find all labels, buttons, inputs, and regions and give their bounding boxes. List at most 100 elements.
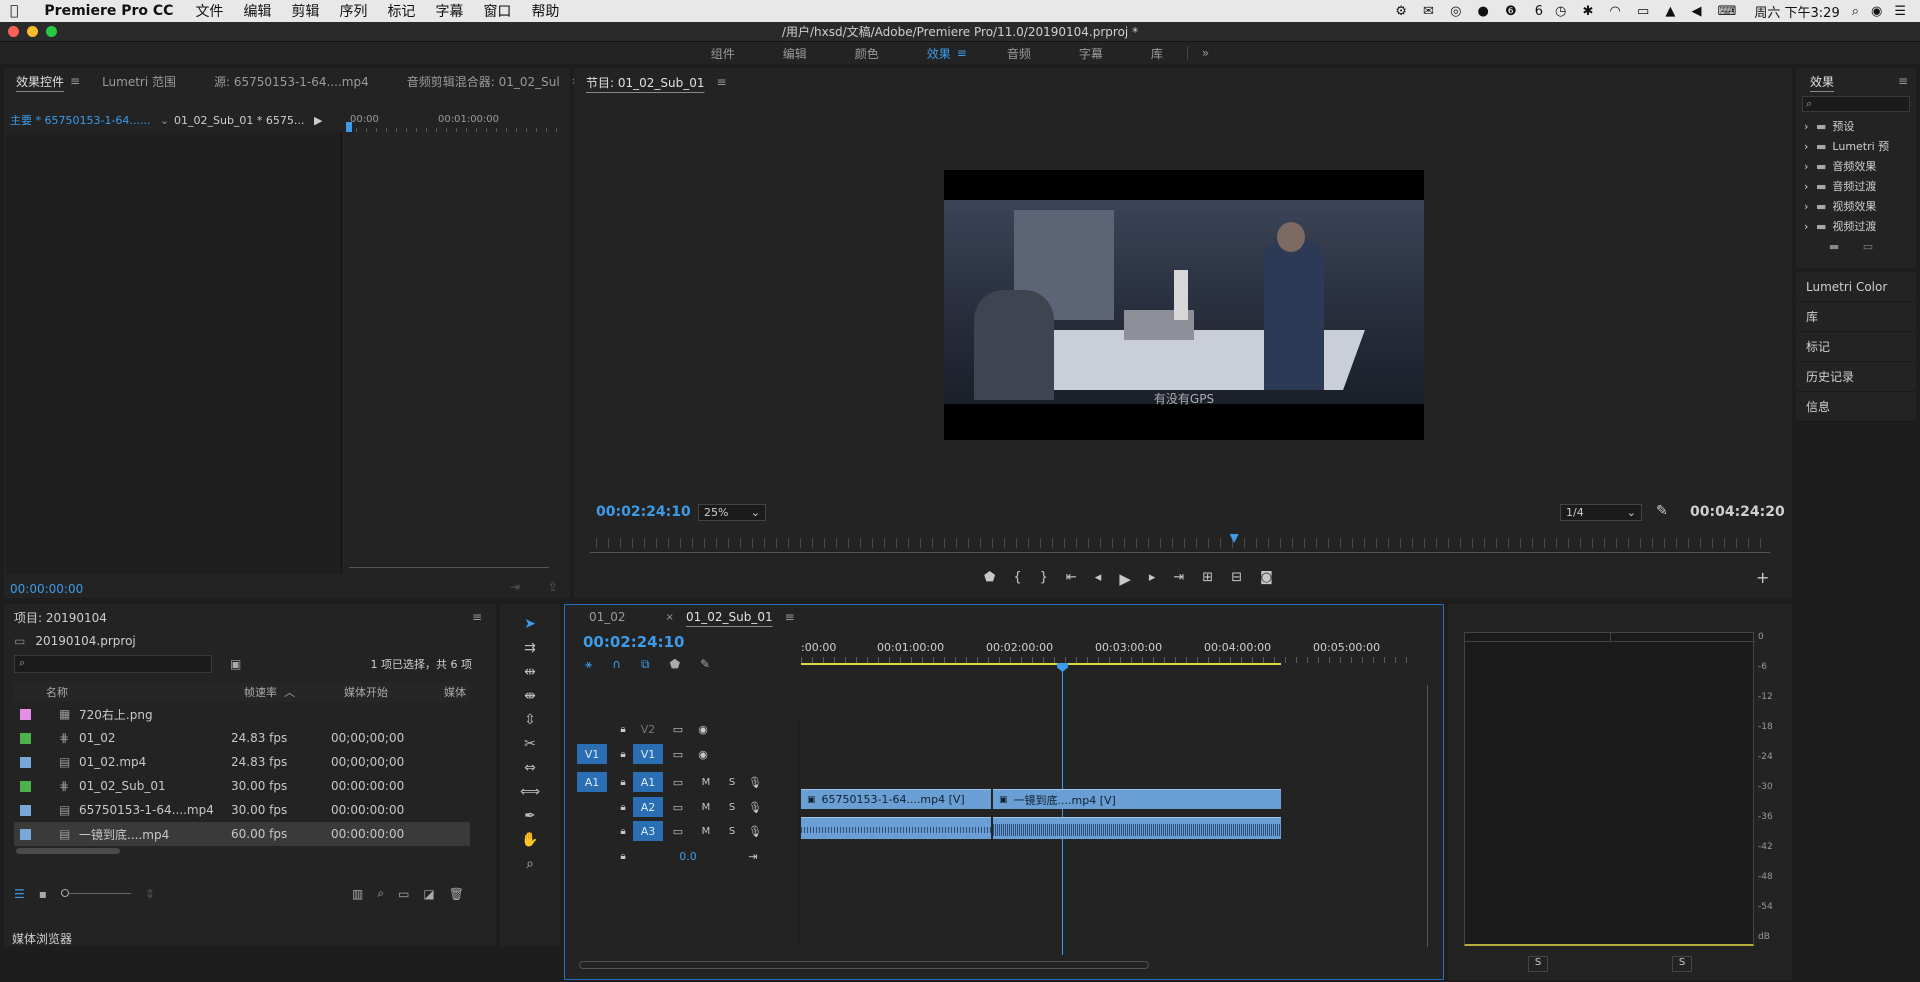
mute-a2-button[interactable]: M: [693, 802, 719, 813]
automate-to-sequence-icon[interactable]: ▥: [352, 887, 363, 901]
lock-icon[interactable]: 🔒︎: [613, 749, 633, 760]
lock-icon[interactable]: 🔒︎: [613, 802, 633, 813]
eye-icon[interactable]: ◉: [693, 748, 713, 761]
menu-sequence[interactable]: 序列: [329, 1, 377, 21]
workspace-menu-icon[interactable]: ≡: [957, 46, 983, 60]
linked-selection-icon[interactable]: ⧉: [641, 657, 650, 672]
panel-menu-icon[interactable]: ≡: [472, 610, 482, 624]
track-a2-label[interactable]: A2: [633, 797, 663, 817]
tab-audio-clip-mixer[interactable]: 音频剪辑混合器: 01_02_Sul: [395, 73, 572, 90]
step-forward-icon[interactable]: ▸: [1149, 570, 1156, 588]
clock[interactable]: 周六 下午3:29: [1754, 2, 1839, 21]
panel-menu-icon[interactable]: ≡: [785, 610, 795, 624]
workspace-overflow-icon[interactable]: »: [1186, 46, 1233, 60]
sync-lock-icon[interactable]: ▭: [663, 801, 693, 814]
solo-a2-button[interactable]: S: [719, 802, 745, 813]
list-view-icon[interactable]: ☰: [14, 887, 25, 901]
icon-view-icon[interactable]: ▪: [39, 887, 47, 901]
workspace-color[interactable]: 颜色: [831, 45, 903, 62]
slide-tool-icon[interactable]: ⟺: [520, 784, 540, 800]
rolling-edit-tool-icon[interactable]: ⇼: [524, 688, 536, 704]
column-frame-rate[interactable]: 帧速率: [244, 684, 284, 700]
program-ruler[interactable]: [596, 534, 1766, 548]
razor-tool-icon[interactable]: ✂: [524, 736, 536, 752]
resolution-select[interactable]: 1/4 ⌄: [1560, 504, 1642, 521]
close-tab-icon[interactable]: ×: [666, 612, 674, 623]
slip-tool-icon[interactable]: ⇔: [524, 760, 536, 776]
selection-tool-icon[interactable]: ➤: [524, 616, 536, 632]
mute-a1-button[interactable]: M: [693, 777, 719, 788]
panel-markers[interactable]: 标记: [1796, 332, 1916, 362]
media-browser-tab[interactable]: 媒体浏览器: [12, 930, 72, 947]
apple-icon[interactable]: : [0, 3, 28, 19]
mark-out-icon[interactable]: }: [1040, 570, 1048, 588]
workspace-editing[interactable]: 编辑: [759, 45, 831, 62]
minimize-window-button[interactable]: [27, 26, 38, 37]
source-patch-v1[interactable]: V1: [577, 744, 607, 764]
master-level-value[interactable]: 0.0: [633, 850, 743, 863]
audio-clip-1[interactable]: [801, 817, 991, 839]
solo-a1-button[interactable]: S: [719, 777, 745, 788]
play-icon[interactable]: ▶: [1119, 570, 1131, 588]
workspace-captions[interactable]: 字幕: [1055, 45, 1127, 62]
status-icons[interactable]: ⚙ ✉ ◎ ● ❻: [1395, 4, 1522, 19]
video-clip-1[interactable]: ▣ 65750153-1-64....mp4 [V]: [801, 789, 991, 809]
project-search-input[interactable]: ⌕: [14, 655, 212, 673]
panel-libraries[interactable]: 库: [1796, 302, 1916, 332]
effect-controls-footer-icons[interactable]: ⇥ ⇪: [510, 580, 570, 594]
play-triangle-icon[interactable]: ▶: [314, 114, 330, 127]
hand-tool-icon[interactable]: ✋: [521, 832, 538, 848]
timeline-ruler[interactable]: :00:00 00:01:00:00 00:02:00:00 00:03:00:…: [801, 641, 1411, 677]
audio-clip-2[interactable]: [993, 817, 1281, 839]
mute-a3-button[interactable]: M: [693, 826, 719, 837]
playhead-marker[interactable]: [346, 122, 352, 132]
menu-edit[interactable]: 编辑: [233, 1, 281, 21]
workspace-audio[interactable]: 音频: [983, 45, 1055, 62]
project-list-item[interactable]: ▤ 65750153-1-64....mp4 30.00 fps 00:00:00:0…: [14, 798, 470, 822]
panel-menu-icon[interactable]: ≡: [70, 74, 80, 88]
workspace-effects[interactable]: 效果: [903, 45, 957, 62]
rate-stretch-tool-icon[interactable]: ⇳: [524, 712, 536, 728]
snap-icon[interactable]: ∩: [612, 657, 621, 672]
new-item-icon[interactable]: ◪: [423, 887, 434, 901]
microphone-icon[interactable]: 🎙︎: [745, 825, 765, 838]
menu-marker[interactable]: 标记: [377, 1, 425, 21]
track-v2-label[interactable]: V2: [633, 719, 663, 739]
project-list-item[interactable]: ▤ 一镜到底....mp4 60.00 fps 00:00:00:00: [14, 822, 470, 846]
new-search-bin-icon[interactable]: ▣: [230, 657, 241, 671]
go-to-in-icon[interactable]: ⇤: [1066, 570, 1077, 588]
timeline-vertical-scrollbar[interactable]: [1427, 685, 1428, 947]
panel-history[interactable]: 历史记录: [1796, 362, 1916, 392]
timeline-timecode[interactable]: 00:02:24:10: [583, 633, 685, 651]
microphone-icon[interactable]: 🎙︎: [745, 776, 765, 789]
ripple-edit-tool-icon[interactable]: ⇹: [524, 664, 536, 680]
sync-lock-icon[interactable]: ▭: [663, 776, 693, 789]
zoom-tool-icon[interactable]: ⌕: [526, 856, 534, 872]
track-select-tool-icon[interactable]: ⇉: [524, 640, 536, 656]
program-playhead[interactable]: [1229, 534, 1239, 543]
solo-right-button[interactable]: S: [1672, 956, 1692, 972]
microphone-icon[interactable]: 🎙︎: [745, 801, 765, 814]
label-color-swatch[interactable]: [20, 756, 31, 768]
program-scrollbar[interactable]: [590, 552, 1770, 553]
workspace-assembly[interactable]: 组件: [687, 45, 759, 62]
label-color-swatch[interactable]: [20, 780, 31, 792]
master-clip-label[interactable]: 主要 * 65750153-1-64......: [4, 112, 160, 128]
add-marker-icon[interactable]: ⬟: [984, 570, 995, 588]
project-list-item[interactable]: ⋕ 01_02_Sub_01 30.00 fps 00:00:00:00: [14, 774, 470, 798]
tray-icons[interactable]: ◷ ✱ ◠ ▭ ▲ ◀ ⌨: [1555, 4, 1742, 19]
effects-folder-video-effects[interactable]: › ▬ 视频效果: [1796, 196, 1916, 216]
clear-icon[interactable]: 🗑: [449, 887, 464, 901]
close-window-button[interactable]: [8, 26, 19, 37]
tab-sequence-01-02[interactable]: 01_02: [565, 610, 666, 624]
go-to-end-icon[interactable]: ⇥: [743, 850, 763, 863]
extract-icon[interactable]: ⊟: [1231, 570, 1242, 588]
label-color-swatch[interactable]: [20, 804, 31, 816]
label-color-swatch[interactable]: [20, 732, 31, 744]
chevron-down-icon[interactable]: ⌄: [160, 114, 174, 127]
panel-lumetri-color[interactable]: Lumetri Color: [1796, 272, 1916, 302]
timeline-settings-icon[interactable]: ✎: [700, 657, 710, 672]
effects-folder-audio-effects[interactable]: › ▬ 音频效果: [1796, 156, 1916, 176]
zoom-level-select[interactable]: 25% ⌄: [698, 504, 766, 521]
video-clip-2[interactable]: ▣ 一镜到底....mp4 [V]: [993, 789, 1281, 809]
